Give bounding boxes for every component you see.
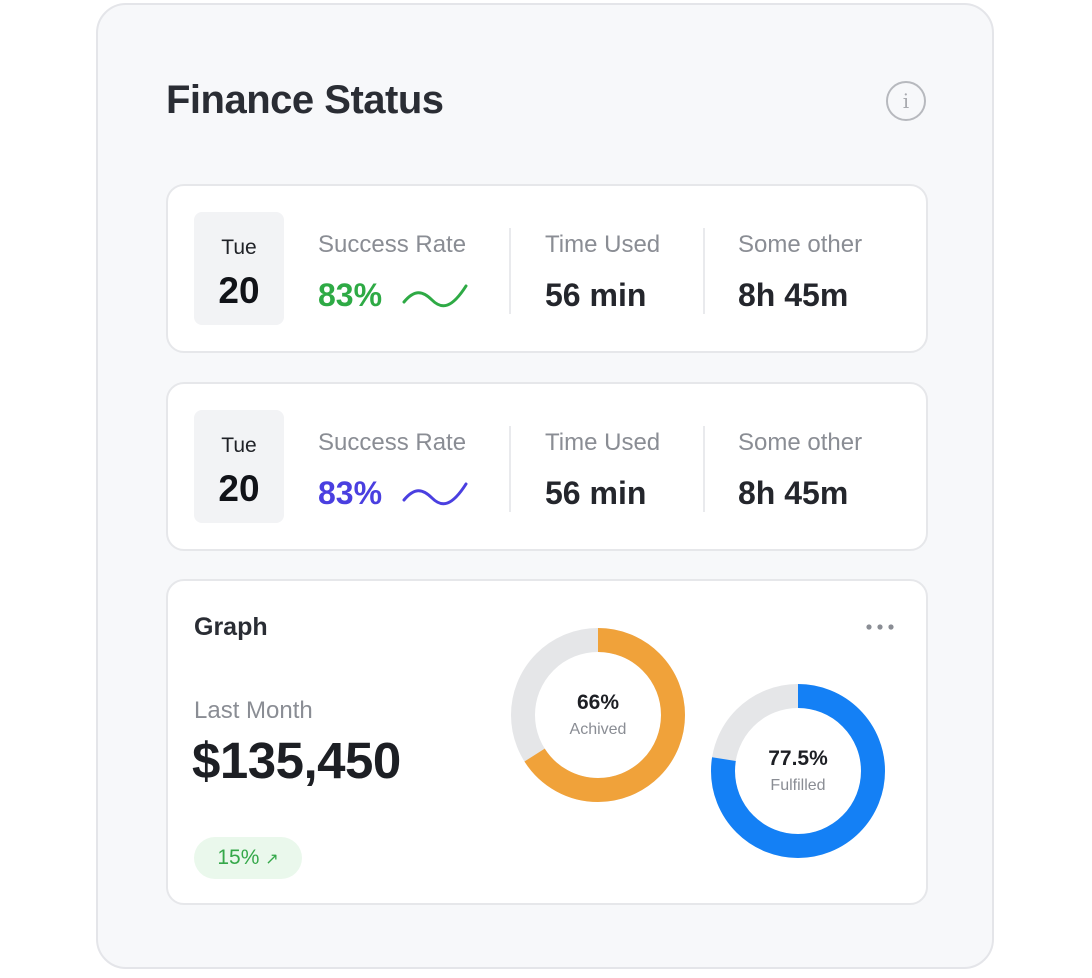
success-rate-label: Success Rate bbox=[318, 429, 467, 456]
time-used-value: 56 min bbox=[545, 475, 647, 511]
fulfilled-donut: 77.5% Fulfilled bbox=[708, 681, 888, 861]
success-rate-value: 83% bbox=[318, 475, 383, 511]
donut-percent: 77.5% bbox=[768, 747, 828, 770]
trend-badge: 15% ↗ bbox=[194, 837, 302, 879]
stat-card: Tue 20 Success Rate 83% Time Used 56 min… bbox=[166, 184, 928, 353]
info-icon[interactable]: i bbox=[886, 81, 926, 121]
graph-card: Graph Last Month $135,450 15% ↗ 66% Achi… bbox=[166, 579, 928, 905]
stat-card: Tue 20 Success Rate 83% Time Used 56 min… bbox=[166, 382, 928, 551]
date-number: 20 bbox=[218, 468, 260, 509]
divider bbox=[703, 426, 705, 512]
donut-chart bbox=[511, 628, 685, 802]
success-rate-value: 83% bbox=[318, 277, 383, 313]
donut-percent: 66% bbox=[576, 691, 620, 714]
some-other-value: 8h 45m bbox=[738, 475, 849, 511]
divider bbox=[703, 228, 705, 314]
arrow-up-right-icon: ↗ bbox=[265, 851, 279, 868]
time-used-label: Time Used bbox=[545, 429, 661, 456]
some-other-label: Some other bbox=[738, 231, 863, 258]
trend-value: 15% bbox=[217, 846, 260, 869]
date-box: Tue 20 bbox=[194, 410, 284, 523]
amount-value: $135,450 bbox=[192, 732, 401, 789]
date-day: Tue bbox=[221, 434, 257, 457]
divider bbox=[509, 228, 511, 314]
graph-title: Graph bbox=[194, 613, 268, 641]
more-horizontal-icon[interactable] bbox=[862, 615, 898, 639]
donut-caption: Fulfilled bbox=[770, 777, 826, 794]
panel-title: Finance Status bbox=[166, 78, 444, 122]
date-box: Tue 20 bbox=[194, 212, 284, 325]
finance-status-panel: Finance Status i Tue 20 Success Rate 83%… bbox=[96, 3, 994, 969]
date-day: Tue bbox=[221, 236, 257, 259]
date-number: 20 bbox=[218, 270, 260, 311]
time-used-label: Time Used bbox=[545, 231, 661, 258]
time-used-value: 56 min bbox=[545, 277, 647, 313]
last-month-label: Last Month bbox=[194, 697, 313, 724]
donut-caption: Achived bbox=[569, 721, 627, 738]
sparkline-icon bbox=[402, 284, 468, 308]
achieved-donut: 66% Achived bbox=[508, 625, 688, 805]
sparkline-icon bbox=[402, 482, 468, 506]
divider bbox=[509, 426, 511, 512]
some-other-value: 8h 45m bbox=[738, 277, 849, 313]
some-other-label: Some other bbox=[738, 429, 863, 456]
donut-chart bbox=[711, 684, 885, 858]
success-rate-label: Success Rate bbox=[318, 231, 467, 258]
